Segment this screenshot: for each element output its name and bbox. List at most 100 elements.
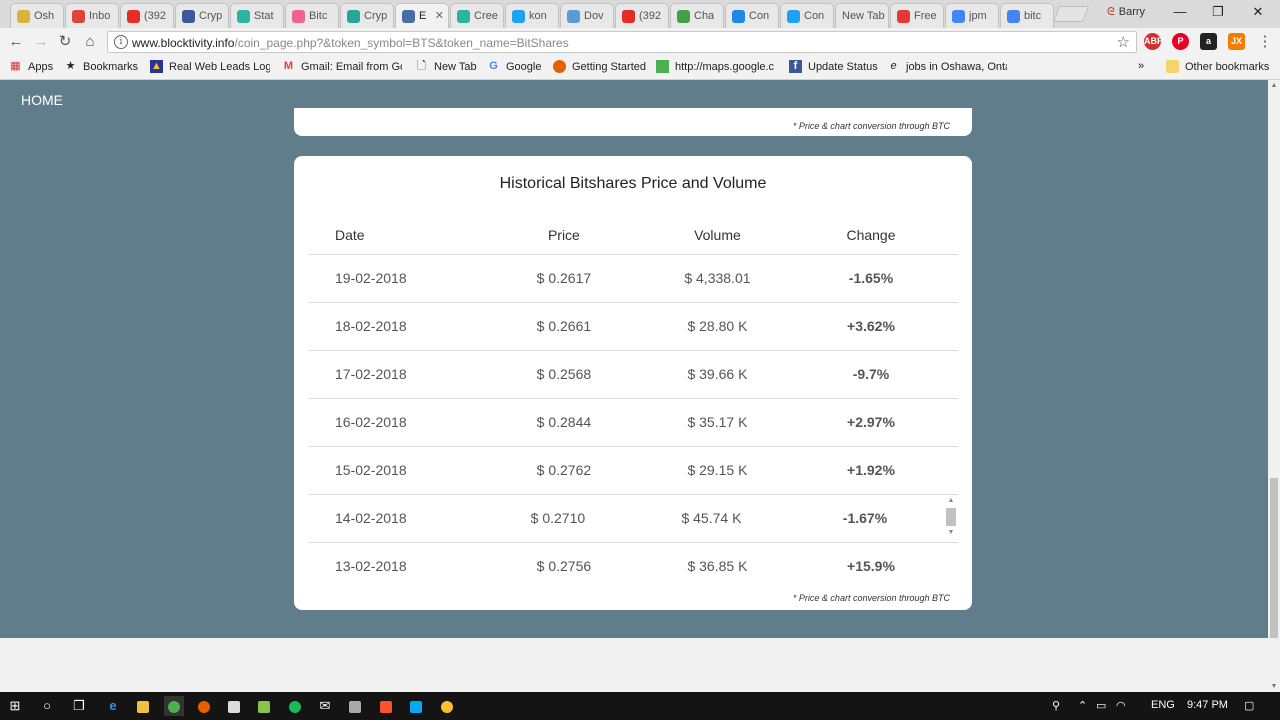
browser-tab[interactable]: Bitc	[285, 3, 339, 28]
other-bookmarks-folder[interactable]: Other bookmarks	[1166, 60, 1269, 73]
tab-favicon-icon	[237, 9, 250, 23]
bookmark-google[interactable]: G Google	[487, 60, 541, 73]
maps-icon	[656, 60, 669, 73]
app-blue-icon[interactable]	[406, 696, 426, 716]
spotify-icon[interactable]	[285, 696, 305, 716]
browser-tab[interactable]: Cryp	[340, 3, 394, 28]
folder-icon	[1166, 60, 1179, 73]
browser-tab[interactable]: E ✕	[395, 3, 449, 28]
bookmark-getting-started[interactable]: Getting Started	[553, 60, 646, 73]
scrollbar-up-icon[interactable]: ▲	[1268, 82, 1280, 89]
wifi-icon[interactable]: ◠	[1116, 699, 1126, 712]
browser-tab[interactable]: kon	[505, 3, 559, 28]
battery-icon[interactable]: ▭	[1096, 699, 1106, 712]
cell-date: 16-02-2018	[308, 398, 477, 447]
bookmark-maps[interactable]: http://maps.google.c	[656, 60, 778, 73]
browser-tab[interactable]: Free	[890, 3, 944, 28]
table-row: 13-02-2018 $ 0.2756 $ 36.85 K +15.9%	[308, 542, 958, 590]
bookmark-bookmarks[interactable]: ★ Bookmarks	[64, 60, 138, 73]
firefox-taskbar-icon[interactable]	[194, 696, 214, 716]
chrome-taskbar-icon[interactable]	[164, 696, 184, 716]
scrollbar-thumb[interactable]	[1270, 478, 1278, 638]
file-explorer-icon[interactable]	[133, 696, 153, 716]
bookmark-gmail[interactable]: M Gmail: Email from Go	[282, 60, 402, 73]
back-button[interactable]: ←	[6, 32, 26, 52]
table-row: 17-02-2018 $ 0.2568 $ 39.66 K -9.7%	[308, 350, 958, 399]
cell-change: +15.9%	[847, 558, 895, 575]
pinterest-extension-icon[interactable]: P	[1172, 33, 1189, 50]
start-windows-icon[interactable]: ⊞	[5, 696, 25, 716]
brave-icon[interactable]	[376, 696, 396, 716]
task-view-icon[interactable]: ❐	[69, 696, 89, 716]
browser-tab[interactable]: (392	[615, 3, 669, 28]
table-row: 19-02-2018 $ 0.2617 $ 4,338.01 -1.65%	[308, 254, 958, 303]
browser-tab[interactable]: New Tab	[835, 3, 889, 28]
historical-data-card: Historical Bitshares Price and Volume Da…	[294, 156, 972, 610]
calculator-icon[interactable]	[345, 696, 365, 716]
edge-icon[interactable]: e	[103, 696, 123, 716]
people-icon[interactable]: ⚲	[1052, 699, 1060, 712]
jx-extension-icon[interactable]: JX	[1228, 33, 1245, 50]
browser-tab[interactable]: jpm	[945, 3, 999, 28]
bookmark-apps[interactable]: ▦ Apps	[9, 60, 53, 73]
language-indicator[interactable]: ENG	[1151, 699, 1175, 711]
page-scrollbar[interactable]: ▲ ▼	[1268, 80, 1280, 692]
bookmark-new-tab[interactable]: 🗋 New Tab	[415, 60, 477, 73]
tab-label: New Tab	[842, 10, 885, 22]
tray-expand-icon[interactable]: ⌃	[1078, 699, 1087, 712]
scroll-up-icon[interactable]: ▲	[945, 497, 957, 505]
forward-button[interactable]: →	[31, 32, 51, 52]
tab-favicon-icon	[347, 9, 360, 23]
minimize-button[interactable]: —	[1165, 4, 1195, 19]
cell-volume: $ 35.17 K	[650, 398, 784, 447]
tab-favicon-icon	[72, 9, 85, 23]
notifications-icon[interactable]: ▢	[1244, 699, 1254, 712]
more-bookmarks-button[interactable]: »	[1138, 60, 1144, 72]
browser-tab[interactable]: Inbo	[65, 3, 119, 28]
chrome-alt-icon[interactable]	[437, 696, 457, 716]
cell-date: 18-02-2018	[308, 302, 477, 351]
apps-grid-icon: ▦	[10, 60, 21, 72]
close-window-button[interactable]: ✕	[1243, 4, 1273, 20]
profile-button[interactable]: ᘓ Barry	[1107, 6, 1145, 19]
row-scroll-thumb[interactable]	[946, 508, 956, 526]
tab-favicon-icon	[17, 9, 30, 23]
bookmarks-bar: ▦ Apps ★ Bookmarks ▲ Real Web Leads Logi MG…	[0, 56, 1280, 80]
close-tab-icon[interactable]: ✕	[435, 9, 444, 22]
menu-icon[interactable]: ⋮	[1255, 32, 1275, 52]
site-info-icon[interactable]: i	[114, 35, 128, 49]
reload-button[interactable]: ↻	[55, 32, 75, 52]
restore-button[interactable]: ❐	[1203, 4, 1233, 20]
browser-tab[interactable]: Cha	[670, 3, 724, 28]
tab-favicon-icon	[567, 9, 580, 23]
bookmark-jobs[interactable]: e jobs in Oshawa, Onta	[887, 60, 1007, 73]
browser-tab[interactable]: Con	[780, 3, 834, 28]
new-tab-button[interactable]	[1053, 6, 1089, 22]
app-icon[interactable]	[254, 696, 274, 716]
tab-favicon-icon	[677, 9, 690, 23]
browser-tab[interactable]: Osh	[10, 3, 64, 28]
mail-icon[interactable]: ✉	[315, 696, 335, 716]
bookmark-star-icon[interactable]: ☆	[1117, 33, 1130, 51]
browser-tab[interactable]: bitc	[1000, 3, 1054, 28]
browser-tab[interactable]: Dov	[560, 3, 614, 28]
clock[interactable]: 9:47 PM	[1187, 699, 1228, 711]
browser-tab[interactable]: (392	[120, 3, 174, 28]
nav-home-link[interactable]: HOME	[21, 92, 63, 108]
adblock-extension-icon[interactable]: ABP	[1144, 33, 1163, 50]
bookmark-real-web-leads[interactable]: ▲ Real Web Leads Logi	[150, 60, 270, 73]
tab-label: (392	[639, 10, 662, 22]
browser-tab[interactable]: Stat	[230, 3, 284, 28]
address-bar[interactable]: i www.blocktivity.info/coin_page.php?&to…	[107, 31, 1137, 53]
browser-tab[interactable]: Con	[725, 3, 779, 28]
browser-tab[interactable]: Cree	[450, 3, 504, 28]
row-scroll-widget[interactable]: ▲ ▼	[945, 497, 957, 541]
home-button[interactable]: ⌂	[80, 32, 100, 52]
amazon-extension-icon[interactable]: a	[1200, 33, 1217, 50]
bookmark-update-status[interactable]: f Update Status	[789, 60, 878, 73]
scroll-down-icon[interactable]: ▼	[945, 529, 957, 537]
browser-tab[interactable]: Cryp	[175, 3, 229, 28]
scrollbar-down-icon[interactable]: ▼	[1268, 683, 1280, 690]
notes-icon[interactable]	[224, 696, 244, 716]
search-circle-icon[interactable]: ○	[37, 696, 57, 716]
